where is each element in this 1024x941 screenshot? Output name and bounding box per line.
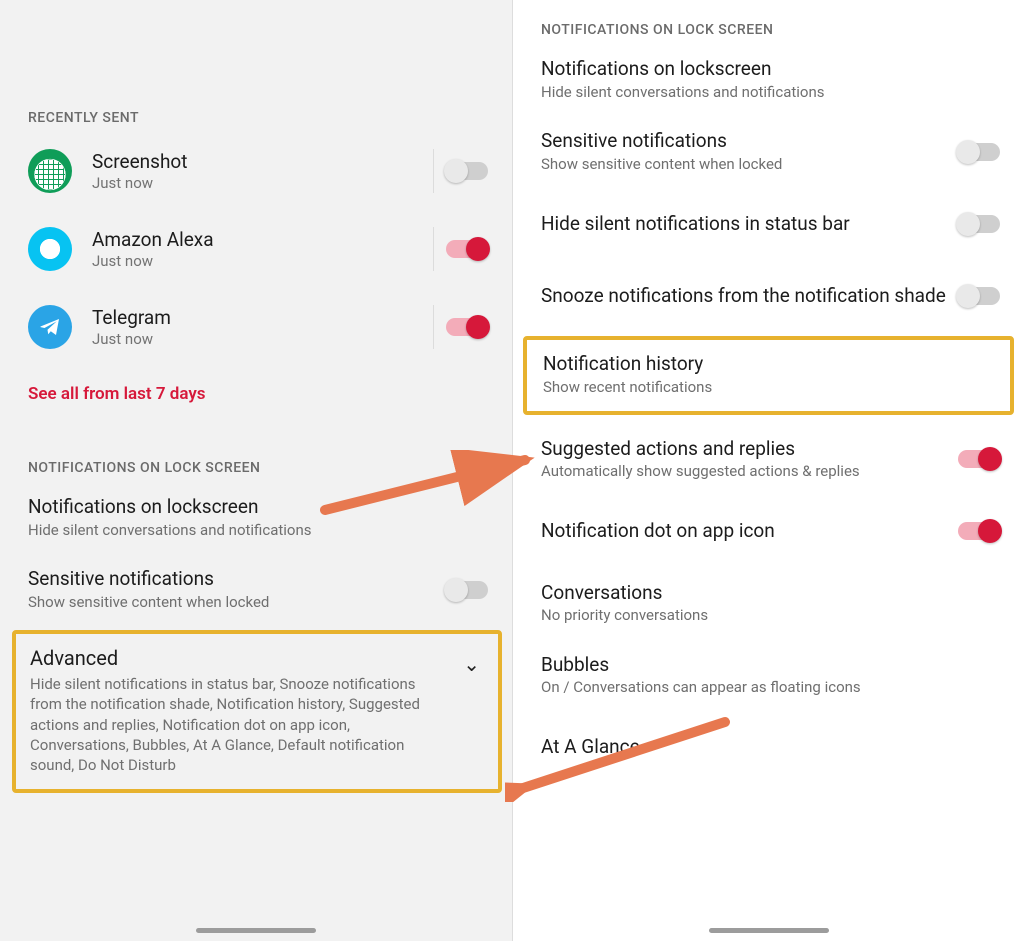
row-sub: Show sensitive content when locked [541,155,948,175]
lock-screen-header-right: NOTIFICATIONS ON LOCK SCREEN [513,12,1024,44]
app-row-alexa[interactable]: Amazon Alexa Just now [0,210,512,288]
row-sub: No priority conversations [541,606,996,626]
row-sub: Show sensitive content when locked [28,593,436,613]
app-sub: Just now [92,252,429,270]
conversations-row[interactable]: Conversations No priority conversations [513,567,1024,639]
sensitive-toggle-right[interactable] [958,143,1000,161]
separator [433,305,434,349]
row-title: Notification dot on app icon [541,519,948,543]
sensitive-notifications-right[interactable]: Sensitive notifications Show sensitive c… [513,116,1024,188]
row-title: Hide silent notifications in status bar [541,212,948,236]
row-title: Bubbles [541,653,996,677]
app-toggle-telegram[interactable] [446,318,488,336]
notification-history-row[interactable]: Notification history Show recent notific… [523,336,1014,415]
sensitive-toggle-left[interactable] [446,581,488,599]
lock-screen-header-left: NOTIFICATIONS ON LOCK SCREEN [0,450,512,482]
advanced-sub: Hide silent notifications in status bar,… [30,674,450,775]
row-sub: Hide silent conversations and notificati… [28,521,484,541]
gesture-nav-bar[interactable] [196,928,316,933]
hide-silent-toggle[interactable] [958,215,1000,233]
row-title: Sensitive notifications [541,129,948,153]
dot-toggle[interactable] [958,522,1000,540]
app-title: Amazon Alexa [92,228,429,251]
row-sub: Hide silent conversations and notificati… [541,83,996,103]
separator [433,149,434,193]
app-sub: Just now [92,330,429,348]
right-panel: NOTIFICATIONS ON LOCK SCREEN Notificatio… [512,0,1024,941]
row-title: Sensitive notifications [28,567,436,591]
row-title: Conversations [541,581,996,605]
app-toggle-alexa[interactable] [446,240,488,258]
row-title: Suggested actions and replies [541,437,948,461]
left-panel: RECENTLY SENT Screenshot Just now Amazon… [0,0,512,941]
row-sub: Show recent notifications [543,378,986,398]
notification-dot-row[interactable]: Notification dot on app icon [513,495,1024,567]
row-title: Notification history [543,352,986,376]
bubbles-row[interactable]: Bubbles On / Conversations can appear as… [513,639,1024,711]
telegram-app-icon [28,305,72,349]
advanced-block[interactable]: Advanced Hide silent notifications in st… [12,630,502,793]
separator [433,227,434,271]
snooze-toggle[interactable] [958,287,1000,305]
suggested-toggle[interactable] [958,450,1000,468]
app-row-screenshot[interactable]: Screenshot Just now [0,132,512,210]
gesture-nav-bar[interactable] [709,928,829,933]
suggested-actions-row[interactable]: Suggested actions and replies Automatica… [513,423,1024,495]
row-sub: Automatically show suggested actions & r… [541,462,948,482]
app-title: Screenshot [92,150,429,173]
see-all-link[interactable]: See all from last 7 days [0,366,512,426]
app-sub: Just now [92,174,429,192]
row-title: Notifications on lockscreen [28,495,484,519]
at-a-glance-row[interactable]: At A Glance [513,711,1024,783]
alexa-app-icon [28,227,72,271]
notifications-on-lockscreen-right[interactable]: Notifications on lockscreen Hide silent … [513,44,1024,116]
app-title: Telegram [92,306,429,329]
snooze-row[interactable]: Snooze notifications from the notificati… [513,260,1024,332]
advanced-title: Advanced [30,646,486,670]
row-sub: On / Conversations can appear as floatin… [541,678,996,698]
notifications-on-lockscreen-left[interactable]: Notifications on lockscreen Hide silent … [0,482,512,554]
screenshot-app-icon [28,149,72,193]
chevron-down-icon: ⌄ [463,652,480,676]
hide-silent-row[interactable]: Hide silent notifications in status bar [513,188,1024,260]
sensitive-notifications-left[interactable]: Sensitive notifications Show sensitive c… [0,554,512,626]
row-title: Notifications on lockscreen [541,57,996,81]
row-title: Snooze notifications from the notificati… [541,284,948,308]
app-row-telegram[interactable]: Telegram Just now [0,288,512,366]
app-toggle-screenshot[interactable] [446,162,488,180]
row-title: At A Glance [541,735,996,759]
recently-sent-header: RECENTLY SENT [0,100,512,132]
